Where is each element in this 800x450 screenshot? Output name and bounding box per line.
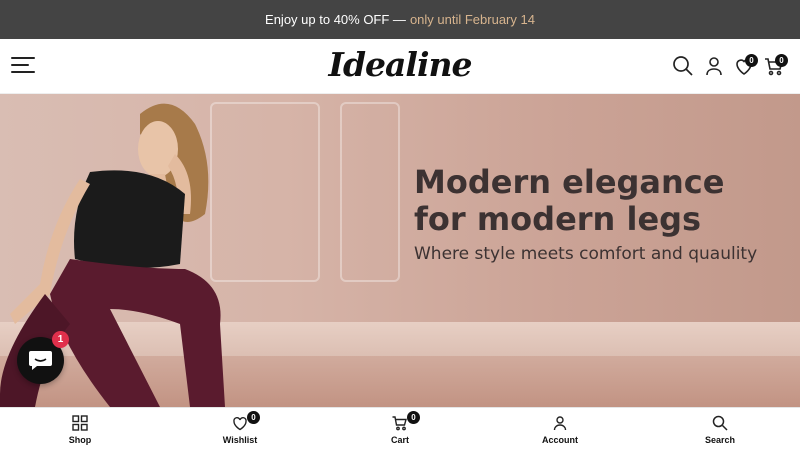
- nav-label: Wishlist: [222, 435, 258, 445]
- nav-item-wishlist[interactable]: 0 Wishlist: [160, 408, 320, 450]
- wishlist-count-badge: 0: [745, 54, 758, 67]
- account-button[interactable]: [702, 54, 726, 78]
- wishlist-nav-badge: 0: [247, 411, 260, 424]
- bottom-nav: Shop 0 Wishlist 0 Cart Account Search: [0, 407, 800, 450]
- hero-banner[interactable]: Modern elegance for modern legs Where st…: [0, 94, 800, 407]
- cart-button[interactable]: 0: [762, 54, 788, 78]
- announcement-bar: Enjoy up to 40% OFF — only until Februar…: [0, 0, 800, 39]
- hero-subtitle: Where style meets comfort and quaulity: [414, 244, 758, 264]
- nav-label: Shop: [68, 435, 92, 445]
- nav-item-shop[interactable]: Shop: [0, 408, 160, 450]
- cart-count-badge: 0: [775, 54, 788, 67]
- nav-label: Account: [542, 435, 578, 445]
- search-button[interactable]: [671, 54, 695, 78]
- nav-label: Search: [704, 435, 736, 445]
- chat-bubble-icon: [29, 351, 52, 370]
- nav-item-search[interactable]: Search: [640, 408, 800, 450]
- cart-nav-badge: 0: [407, 411, 420, 424]
- user-icon: [706, 57, 722, 76]
- announcement-text: Enjoy up to 40% OFF —: [265, 12, 406, 27]
- nav-item-account[interactable]: Account: [480, 408, 640, 450]
- announcement-highlight[interactable]: only until February 14: [410, 12, 535, 27]
- search-icon: [673, 56, 693, 76]
- site-header: Idealine 0 0: [0, 39, 800, 94]
- chat-unread-badge: 1: [52, 331, 69, 348]
- grid-icon: [72, 415, 88, 431]
- user-icon: [553, 416, 567, 431]
- hero-title-line: for modern legs: [414, 200, 702, 238]
- hero-title: Modern elegance for modern legs: [414, 164, 794, 238]
- search-icon: [712, 415, 728, 431]
- nav-item-cart[interactable]: 0 Cart: [320, 408, 480, 450]
- hero-title-line: Modern elegance: [414, 163, 725, 201]
- wishlist-button[interactable]: 0: [732, 54, 758, 78]
- nav-label: Cart: [390, 435, 409, 445]
